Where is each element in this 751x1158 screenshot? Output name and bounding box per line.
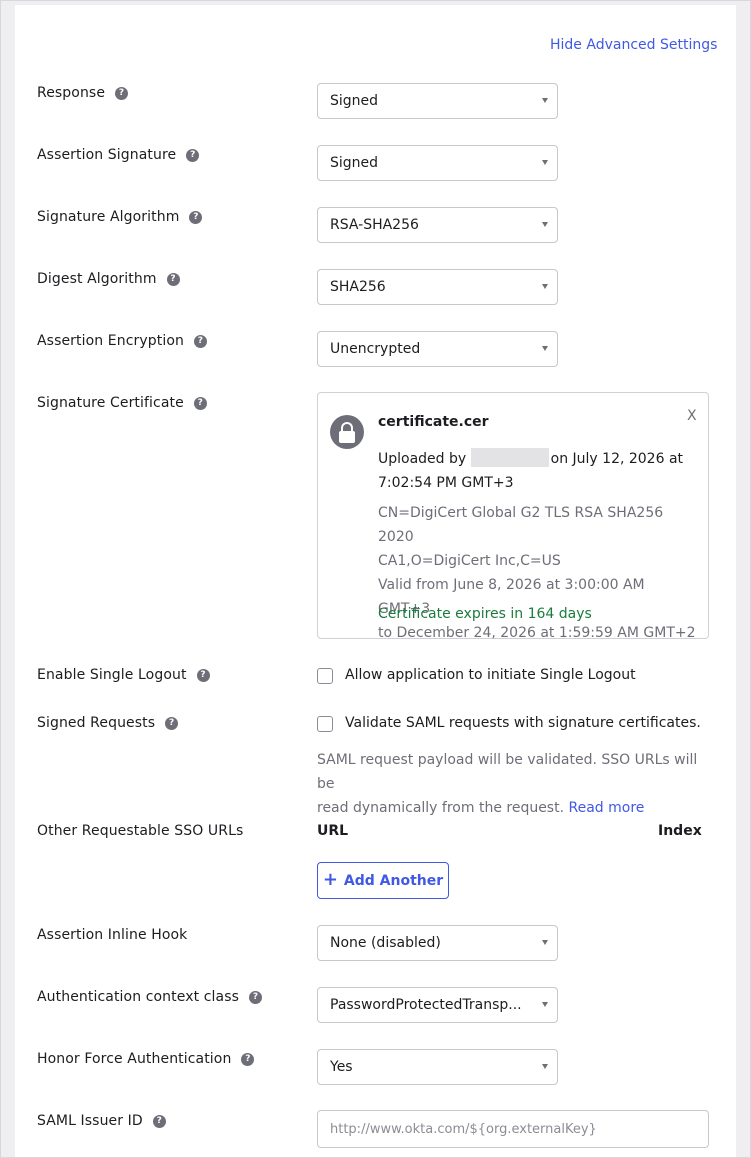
signed-requests-checkbox-label[interactable]: Validate SAML requests with signature ce… xyxy=(345,715,701,731)
signature-certificate-label: Signature Certificate ? xyxy=(37,395,207,411)
caret-down-icon xyxy=(542,284,548,289)
honor-force-auth-label: Honor Force Authentication ? xyxy=(37,1051,255,1067)
caret-down-icon xyxy=(542,160,548,165)
assertion-encryption-select-value: Unencrypted xyxy=(330,341,421,357)
caret-down-icon xyxy=(542,98,548,103)
assertion-signature-select[interactable]: Signed xyxy=(317,145,558,181)
caret-down-icon xyxy=(542,1002,548,1007)
index-column-header: Index xyxy=(658,823,702,839)
enable-single-logout-label: Enable Single Logout ? xyxy=(37,667,210,683)
signed-requests-label-text: Signed Requests xyxy=(37,715,156,731)
question-circle-icon[interactable]: ? xyxy=(196,668,210,682)
signature-algorithm-select[interactable]: RSA-SHA256 xyxy=(317,207,558,243)
signature-algorithm-label-text: Signature Algorithm xyxy=(37,209,180,225)
window-frame: Hide Advanced Settings Response ? Signed… xyxy=(0,0,751,1158)
uploaded-time: 7:02:54 PM GMT+3 xyxy=(378,475,514,491)
signed-requests-help-line1: SAML request payload will be validated. … xyxy=(317,752,698,792)
certificate-subject-line2: CA1,O=DigiCert Inc,C=US xyxy=(378,553,561,569)
honor-force-auth-label-text: Honor Force Authentication xyxy=(37,1051,232,1067)
other-sso-urls-label: Other Requestable SSO URLs xyxy=(37,823,243,839)
saml-issuer-id-label: SAML Issuer ID ? xyxy=(37,1113,166,1129)
add-another-button[interactable]: + Add Another xyxy=(317,862,449,899)
digest-algorithm-select-value: SHA256 xyxy=(330,279,386,295)
question-circle-icon[interactable]: ? xyxy=(249,990,262,1004)
enable-single-logout-label-text: Enable Single Logout xyxy=(37,667,187,683)
response-select-value: Signed xyxy=(330,93,379,109)
signature-certificate-label-text: Signature Certificate xyxy=(37,395,184,411)
assertion-signature-label-text: Assertion Signature xyxy=(37,147,177,163)
signed-requests-help-line2-wrap: read dynamically from the request. Read … xyxy=(317,796,717,820)
uploaded-on: on July 12, 2026 at xyxy=(550,451,684,467)
signature-algorithm-select-value: RSA-SHA256 xyxy=(330,217,419,233)
auth-context-class-label-text: Authentication context class xyxy=(37,989,239,1005)
signature-algorithm-label: Signature Algorithm ? xyxy=(37,209,203,225)
signed-requests-help: SAML request payload will be validated. … xyxy=(317,748,717,820)
assertion-inline-hook-label: Assertion Inline Hook xyxy=(37,927,187,943)
question-circle-icon[interactable]: ? xyxy=(166,272,180,286)
single-logout-checkbox-label[interactable]: Allow application to initiate Single Log… xyxy=(345,667,636,683)
lock-icon xyxy=(330,415,364,449)
assertion-inline-hook-select[interactable]: None (disabled) xyxy=(317,925,558,961)
caret-down-icon xyxy=(542,940,548,945)
question-circle-icon[interactable]: ? xyxy=(152,1114,166,1128)
digest-algorithm-label: Digest Algorithm ? xyxy=(37,271,180,287)
saml-issuer-id-label-text: SAML Issuer ID xyxy=(37,1113,143,1129)
response-label: Response ? xyxy=(37,85,129,101)
signed-requests-help-line2: read dynamically from the request. xyxy=(317,800,565,816)
uploaded-by-prefix: Uploaded by xyxy=(378,451,467,467)
plus-icon: + xyxy=(322,868,338,890)
certificate-upload-line: Uploaded by on July 12, 2026 at xyxy=(378,447,698,471)
remove-certificate-button[interactable]: X xyxy=(687,408,697,424)
assertion-inline-hook-select-value: None (disabled) xyxy=(330,935,441,951)
signed-requests-label: Signed Requests ? xyxy=(37,715,179,731)
assertion-encryption-label: Assertion Encryption ? xyxy=(37,333,207,349)
certificate-details: CN=DigiCert Global G2 TLS RSA SHA256 202… xyxy=(378,501,698,645)
auth-context-class-select-value: PasswordProtectedTransp... xyxy=(330,997,522,1013)
assertion-encryption-label-text: Assertion Encryption xyxy=(37,333,184,349)
caret-down-icon xyxy=(542,1064,548,1069)
question-circle-icon[interactable]: ? xyxy=(193,396,207,410)
certificate-valid-to: to December 24, 2026 at 1:59:59 AM GMT+2 xyxy=(378,625,696,641)
advanced-settings-panel: Hide Advanced Settings Response ? Signed… xyxy=(15,5,736,1157)
honor-force-auth-select[interactable]: Yes xyxy=(317,1049,558,1085)
add-another-label: Add Another xyxy=(343,872,444,889)
certificate-upload-info: Uploaded by on July 12, 2026 at 7:02:54 … xyxy=(378,447,698,495)
digest-algorithm-label-text: Digest Algorithm xyxy=(37,271,157,287)
question-circle-icon[interactable]: ? xyxy=(189,210,203,224)
auth-context-class-label: Authentication context class ? xyxy=(37,989,262,1005)
auth-context-class-select[interactable]: PasswordProtectedTransp... xyxy=(317,987,558,1023)
question-circle-icon[interactable]: ? xyxy=(115,86,129,100)
assertion-encryption-select[interactable]: Unencrypted xyxy=(317,331,558,367)
signed-requests-checkbox[interactable] xyxy=(317,716,333,732)
assertion-inline-hook-label-text: Assertion Inline Hook xyxy=(37,927,188,943)
read-more-link[interactable]: Read more xyxy=(569,800,645,816)
question-circle-icon[interactable]: ? xyxy=(186,148,200,162)
caret-down-icon xyxy=(542,346,548,351)
certificate-expiry: Certificate expires in 164 days xyxy=(378,606,592,622)
certificate-subject-line1: CN=DigiCert Global G2 TLS RSA SHA256 202… xyxy=(378,505,664,545)
redacted-user xyxy=(470,448,549,467)
url-column-header: URL xyxy=(317,823,349,839)
question-circle-icon[interactable]: ? xyxy=(165,716,179,730)
certificate-file-name: certificate.cer xyxy=(378,414,489,430)
question-circle-icon[interactable]: ? xyxy=(193,334,207,348)
other-sso-urls-label-text: Other Requestable SSO URLs xyxy=(37,823,244,839)
digest-algorithm-select[interactable]: SHA256 xyxy=(317,269,558,305)
certificate-card: certificate.cer X Uploaded by on July 12… xyxy=(317,392,709,641)
response-select[interactable]: Signed xyxy=(317,83,558,119)
honor-force-auth-select-value: Yes xyxy=(330,1059,353,1075)
assertion-signature-label: Assertion Signature ? xyxy=(37,147,200,163)
question-circle-icon[interactable]: ? xyxy=(241,1052,255,1066)
assertion-signature-select-value: Signed xyxy=(330,155,379,171)
saml-issuer-id-input[interactable] xyxy=(317,1110,709,1148)
caret-down-icon xyxy=(542,222,548,227)
single-logout-checkbox[interactable] xyxy=(317,668,333,684)
response-label-text: Response xyxy=(37,85,106,101)
hide-advanced-settings-link[interactable]: Hide Advanced Settings xyxy=(550,37,717,53)
